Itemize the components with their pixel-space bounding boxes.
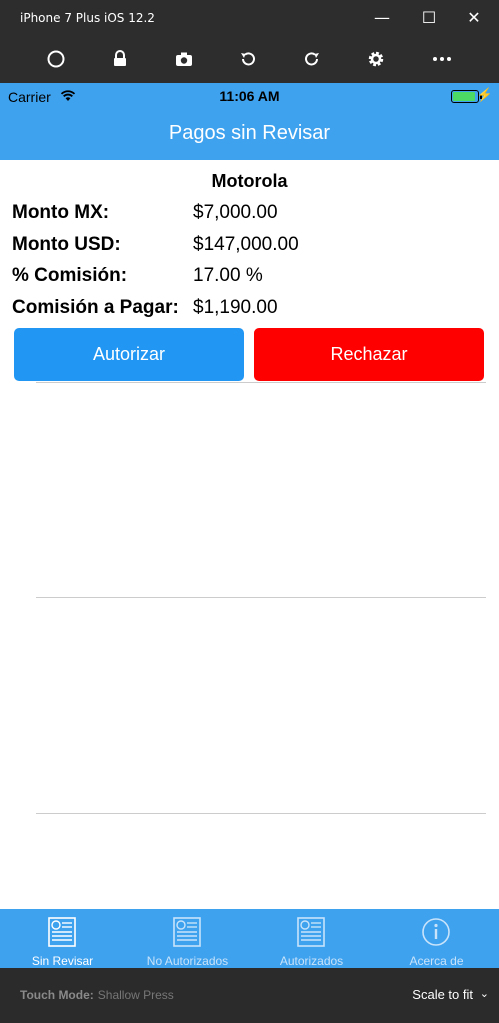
home-circle-icon[interactable] [43, 46, 69, 72]
status-time: 11:06 AM [219, 88, 280, 104]
tab-bar: Sin Revisar No Autorizados Autorizados A… [0, 909, 499, 968]
navigation-bar: Pagos sin Revisar [0, 109, 499, 160]
lock-icon[interactable] [107, 46, 133, 72]
minimize-button[interactable]: — [370, 8, 394, 28]
device-screen: Carrier 11:06 AM ⚡ Pagos sin Revisar Mot… [0, 83, 499, 968]
info-icon [422, 918, 450, 946]
gear-icon[interactable] [363, 46, 389, 72]
tab-label: No Autorizados [146, 954, 229, 968]
monto-mx-value: $7,000.00 [193, 202, 278, 223]
rotate-left-icon[interactable] [235, 46, 261, 72]
touch-mode-label: Touch Mode: [20, 988, 94, 1002]
tab-acerca-de[interactable]: Acerca de [374, 909, 499, 968]
list-separator [36, 382, 486, 383]
tab-label: Sin Revisar [31, 954, 94, 968]
page-title: Pagos sin Revisar [168, 122, 331, 144]
comision-percent-label: % Comisión: [12, 265, 128, 286]
status-bar: Carrier 11:06 AM ⚡ [0, 83, 499, 109]
monto-mx-row: Monto MX: $7,000.00 [12, 202, 278, 224]
more-icon[interactable] [429, 46, 455, 72]
comision-pagar-label: Comisión a Pagar: [12, 297, 179, 318]
comision-percent-row: % Comisión: 17.00 % [12, 265, 263, 287]
monto-usd-row: Monto USD: $147,000.00 [12, 234, 299, 256]
window-title: iPhone 7 Plus iOS 12.2 [20, 11, 155, 25]
comision-pagar-value: $1,190.00 [193, 297, 278, 318]
comision-percent-value: 17.00 % [193, 265, 263, 286]
monto-usd-label: Monto USD: [12, 234, 121, 255]
tab-label: Autorizados [279, 954, 344, 968]
rotate-right-icon[interactable] [299, 46, 325, 72]
charging-icon: ⚡ [476, 87, 493, 102]
simulator-bottom-bar: Touch Mode: Shallow Press Scale to fit ⌄ [0, 968, 499, 1023]
list-separator [36, 597, 486, 598]
monto-usd-value: $147,000.00 [193, 234, 299, 255]
battery-icon [451, 90, 479, 103]
simulator-titlebar: iPhone 7 Plus iOS 12.2 — ☐ ✕ [0, 0, 499, 36]
reject-button[interactable]: Rechazar [254, 328, 484, 381]
document-icon [297, 917, 325, 947]
document-icon [173, 917, 201, 947]
close-button[interactable]: ✕ [462, 8, 486, 28]
scale-dropdown[interactable]: Scale to fit [412, 987, 473, 1002]
simulator-toolbar [0, 36, 499, 83]
maximize-button[interactable]: ☐ [417, 8, 441, 28]
authorize-button[interactable]: Autorizar [14, 328, 244, 381]
touch-mode-value: Shallow Press [97, 988, 174, 1002]
document-icon [48, 917, 76, 947]
touch-mode[interactable]: Touch Mode: Shallow Press [20, 988, 174, 1002]
list-separator [36, 813, 486, 814]
chevron-down-icon[interactable]: ⌄ [480, 987, 489, 1000]
camera-icon[interactable] [171, 46, 197, 72]
tab-sin-revisar[interactable]: Sin Revisar [0, 909, 125, 968]
tab-no-autorizados[interactable]: No Autorizados [125, 909, 250, 968]
comision-pagar-row: Comisión a Pagar: $1,190.00 [12, 297, 278, 319]
company-name: Motorola [211, 171, 288, 191]
tab-label: Acerca de [409, 954, 464, 968]
monto-mx-label: Monto MX: [12, 202, 110, 223]
tab-autorizados[interactable]: Autorizados [249, 909, 374, 968]
